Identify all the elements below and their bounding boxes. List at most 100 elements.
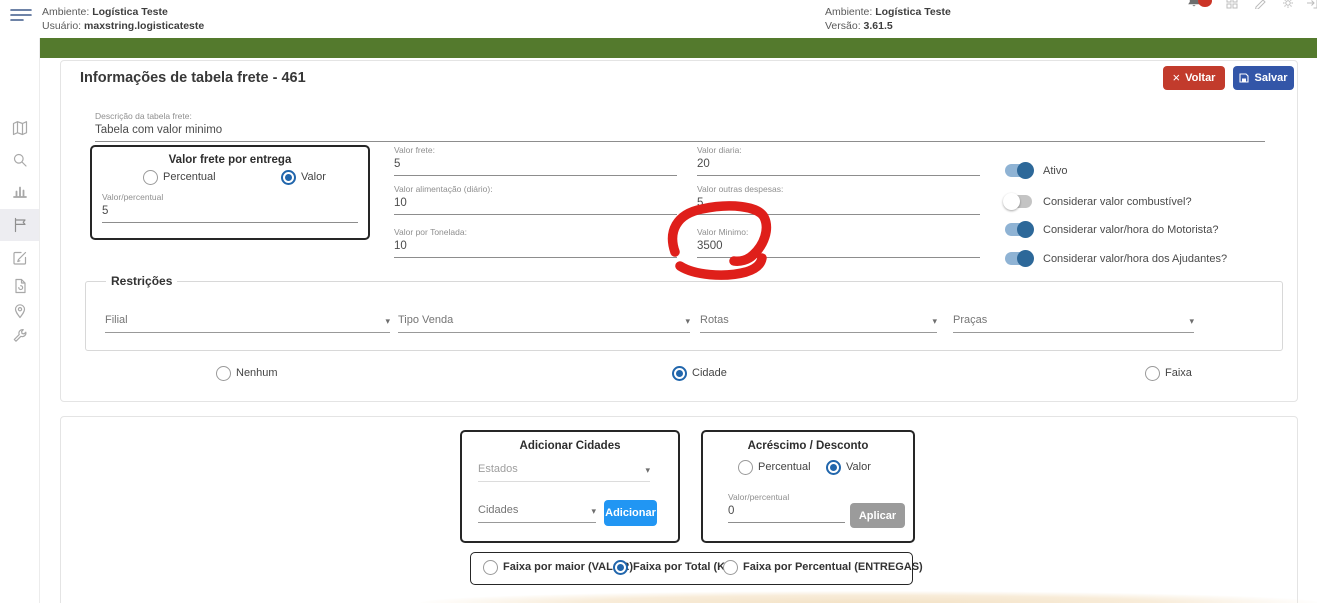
radio-faixa-maior-valor[interactable] <box>483 560 498 575</box>
valor-percentual-acrescimo-field: Valor/percentual 0 <box>728 492 845 523</box>
filial-dropdown[interactable]: Filial ▾ <box>105 314 390 333</box>
search-icon[interactable] <box>12 152 28 168</box>
radio-valor-entrega[interactable] <box>281 170 296 185</box>
hamburger-menu-icon[interactable] <box>10 7 32 23</box>
aplicar-button-label: Aplicar <box>859 510 896 522</box>
descricao-field: Descrição da tabela frete: Tabela com va… <box>95 111 1265 142</box>
valor-diaria-field: Valor diaria: 20 <box>697 145 980 176</box>
aplicar-button[interactable]: Aplicar <box>850 503 905 528</box>
salvar-button[interactable]: Salvar <box>1233 66 1294 90</box>
valor-alimentacao-field: Valor alimentação (diário): 10 <box>394 184 677 215</box>
page-title: Informações de tabela frete - 461 <box>80 70 306 86</box>
radio-faixa-label[interactable]: Faixa <box>1165 367 1192 379</box>
pracas-dropdown-label: Praças <box>953 314 987 326</box>
pracas-dropdown[interactable]: Praças ▾ <box>953 314 1194 333</box>
radio-cidade-label[interactable]: Cidade <box>692 367 727 379</box>
radio-faixa-percentual-entregas-label[interactable]: Faixa por Percentual (ENTREGAS) <box>743 561 923 573</box>
chevron-down-icon: ▾ <box>932 317 937 326</box>
descricao-label: Descrição da tabela frete: <box>95 111 1265 122</box>
descricao-input[interactable]: Tabela com valor minimo <box>95 122 1265 142</box>
valor-alimentacao-label: Valor alimentação (diário): <box>394 184 677 195</box>
toggle-knob <box>1017 250 1034 267</box>
ambiente2-label: Ambiente: <box>825 6 872 18</box>
hora-ajudantes-toggle[interactable] <box>1005 252 1032 265</box>
toggle-knob <box>1017 221 1034 238</box>
radio-valor-entrega-label[interactable]: Valor <box>301 171 326 183</box>
radio-faixa-total-kg-label[interactable]: Faixa por Total (KG) <box>633 561 737 573</box>
adicionar-cidades-title: Adicionar Cidades <box>462 440 678 452</box>
valor-percentual-acrescimo-label: Valor/percentual <box>728 492 845 503</box>
close-icon: × <box>1173 73 1181 83</box>
chevron-down-icon: ▾ <box>591 507 596 516</box>
hora-motorista-toggle[interactable] <box>1005 223 1032 236</box>
valor-frete-label: Valor frete: <box>394 145 677 156</box>
estados-dropdown[interactable]: Estados ▾ <box>478 463 650 482</box>
wrench-icon[interactable] <box>12 328 28 344</box>
combustivel-toggle[interactable] <box>1005 195 1032 208</box>
map-icon[interactable] <box>12 120 28 136</box>
hora-motorista-toggle-label: Considerar valor/hora do Motorista? <box>1043 224 1218 236</box>
ambiente2-value: Logística Teste <box>875 6 951 18</box>
logout-icon[interactable] <box>1306 0 1317 14</box>
toggle-knob <box>1017 162 1034 179</box>
usuario-label: Usuário: <box>42 20 81 32</box>
ambiente-label: Ambiente: <box>42 6 89 18</box>
apps-grid-icon[interactable] <box>1226 0 1238 14</box>
voltar-button[interactable]: × Voltar <box>1163 66 1225 90</box>
radio-nenhum-label[interactable]: Nenhum <box>236 367 278 379</box>
valor-percentual-entrega-field: Valor/percentual 5 <box>102 192 358 223</box>
adicionar-cidades-box: Adicionar Cidades <box>460 430 680 543</box>
adicionar-button-label: Adicionar <box>605 507 656 519</box>
valor-alimentacao-input[interactable]: 10 <box>394 195 677 215</box>
valor-percentual-entrega-input[interactable]: 5 <box>102 203 358 223</box>
radio-percentual-entrega[interactable] <box>143 170 158 185</box>
radio-faixa[interactable] <box>1145 366 1160 381</box>
edit-icon[interactable] <box>12 250 28 266</box>
radio-percentual-entrega-label[interactable]: Percentual <box>163 171 216 183</box>
valor-minimo-field: Valor Minimo: 3500 <box>697 227 980 258</box>
radio-valor-acrescimo[interactable] <box>826 460 841 475</box>
valor-outras-despesas-label: Valor outras despesas: <box>697 184 980 195</box>
rotas-dropdown[interactable]: Rotas ▾ <box>700 314 937 333</box>
filial-dropdown-label: Filial <box>105 314 128 326</box>
hora-ajudantes-toggle-label: Considerar valor/hora dos Ajudantes? <box>1043 253 1227 265</box>
usuario-value: maxstring.logisticateste <box>84 20 204 32</box>
valor-diaria-input[interactable]: 20 <box>697 156 980 176</box>
radio-faixa-total-kg[interactable] <box>613 560 628 575</box>
notification-badge <box>1198 0 1212 7</box>
radio-cidade[interactable] <box>672 366 687 381</box>
ambiente-value: Logística Teste <box>92 6 168 18</box>
radio-valor-acrescimo-label[interactable]: Valor <box>846 461 871 473</box>
chevron-down-icon: ▾ <box>645 466 650 475</box>
valor-tonelada-input[interactable]: 10 <box>394 238 677 258</box>
bar-chart-icon[interactable] <box>12 183 28 199</box>
file-refresh-icon[interactable] <box>12 278 28 294</box>
radio-percentual-acrescimo[interactable] <box>738 460 753 475</box>
ativo-toggle-label: Ativo <box>1043 165 1067 177</box>
flag-icon[interactable] <box>12 217 28 233</box>
valor-frete-field: Valor frete: 5 <box>394 145 677 176</box>
valor-percentual-entrega-label: Valor/percentual <box>102 192 358 203</box>
restricoes-legend: Restrições <box>106 274 177 288</box>
chevron-down-icon: ▾ <box>385 317 390 326</box>
valor-frete-input[interactable]: 5 <box>394 156 677 176</box>
valor-percentual-acrescimo-input[interactable]: 0 <box>728 503 845 523</box>
gear-icon[interactable] <box>1282 0 1294 14</box>
radio-nenhum[interactable] <box>216 366 231 381</box>
valor-frete-entrega-title: Valor frete por entrega <box>92 154 368 166</box>
adicionar-button[interactable]: Adicionar <box>604 500 657 526</box>
salvar-button-label: Salvar <box>1254 72 1287 84</box>
valor-minimo-input[interactable]: 3500 <box>697 238 980 258</box>
radio-percentual-acrescimo-label[interactable]: Percentual <box>758 461 811 473</box>
sidebar-nav <box>0 38 40 603</box>
location-pin-icon[interactable] <box>12 303 28 319</box>
versao-label: Versão: <box>825 20 861 32</box>
chevron-down-icon: ▾ <box>1189 317 1194 326</box>
cidades-dropdown[interactable]: Cidades ▾ <box>478 504 596 523</box>
ativo-toggle[interactable] <box>1005 164 1032 177</box>
radio-faixa-percentual-entregas[interactable] <box>723 560 738 575</box>
pencil-icon[interactable] <box>1254 0 1266 14</box>
tipo-venda-dropdown[interactable]: Tipo Venda ▾ <box>398 314 690 333</box>
valor-outras-despesas-input[interactable]: 5 <box>697 195 980 215</box>
app-window: Ambiente: Logística Teste Usuário: maxst… <box>0 0 1317 603</box>
